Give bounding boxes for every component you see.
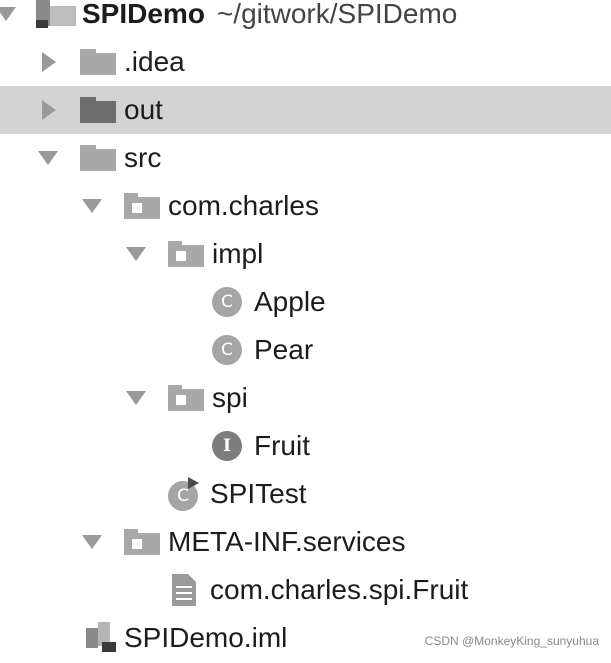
expand-arrow-icon[interactable] <box>38 151 58 165</box>
folder-icon <box>80 49 116 75</box>
tree-label-impl: impl <box>212 238 264 269</box>
run-marker-icon <box>188 477 199 489</box>
collapse-arrow-icon[interactable] <box>42 100 56 120</box>
tree-label-services-file: com.charles.spi.Fruit <box>210 574 469 605</box>
folder-icon <box>80 97 116 123</box>
project-path: ~/gitwork/SPIDemo <box>216 0 458 29</box>
package-icon <box>124 193 160 219</box>
tree-label-spitest: SPITest <box>210 478 307 509</box>
interface-icon: I <box>212 431 242 461</box>
tree-row-src[interactable]: src <box>0 134 611 182</box>
module-folder-icon <box>36 0 76 28</box>
tree-label-fruit: Fruit <box>254 430 310 461</box>
project-name: SPIDemo ~/gitwork/SPIDemo <box>82 0 457 38</box>
tree-row-spitest[interactable]: C SPITest <box>0 470 611 518</box>
tree-row-idea[interactable]: .idea <box>0 38 611 86</box>
project-title: SPIDemo <box>82 0 205 29</box>
package-icon <box>124 529 160 555</box>
package-icon <box>168 385 204 411</box>
class-icon: C <box>212 287 242 317</box>
tree-label-src: src <box>124 142 162 173</box>
expand-arrow-icon[interactable] <box>82 535 102 549</box>
tree-label-pear: Pear <box>254 334 314 365</box>
package-icon <box>168 241 204 267</box>
tree-label-iml: SPIDemo.iml <box>124 622 288 653</box>
text-file-icon <box>172 574 196 606</box>
tree-row-apple[interactable]: C Apple <box>0 278 611 326</box>
expand-arrow-icon[interactable] <box>126 391 146 405</box>
tree-label-com-charles: com.charles <box>168 190 319 221</box>
collapse-arrow-icon[interactable] <box>42 52 56 72</box>
watermark: CSDN @MonkeyKing_sunyuhua <box>424 634 599 648</box>
tree-row-services-file[interactable]: com.charles.spi.Fruit <box>0 566 611 614</box>
tree-row-root[interactable]: SPIDemo ~/gitwork/SPIDemo <box>0 0 611 38</box>
tree-row-out[interactable]: out <box>0 86 611 134</box>
tree-label-spi: spi <box>212 382 248 413</box>
tree-row-impl[interactable]: impl <box>0 230 611 278</box>
tree-row-pear[interactable]: C Pear <box>0 326 611 374</box>
tree-row-spi[interactable]: spi <box>0 374 611 422</box>
tree-label-meta-inf: META-INF.services <box>168 526 406 557</box>
tree-row-fruit[interactable]: I Fruit <box>0 422 611 470</box>
source-folder-icon <box>80 145 116 171</box>
tree-row-meta-inf[interactable]: META-INF.services <box>0 518 611 566</box>
expand-arrow-icon[interactable] <box>126 247 146 261</box>
tree-row-com-charles[interactable]: com.charles <box>0 182 611 230</box>
tree-label-out: out <box>124 94 163 125</box>
tree-label-apple: Apple <box>254 286 326 317</box>
expand-arrow-icon[interactable] <box>82 199 102 213</box>
iml-file-icon <box>86 622 116 652</box>
class-icon: C <box>212 335 242 365</box>
expand-arrow-icon[interactable] <box>0 7 16 21</box>
tree-label-idea: .idea <box>124 46 185 77</box>
